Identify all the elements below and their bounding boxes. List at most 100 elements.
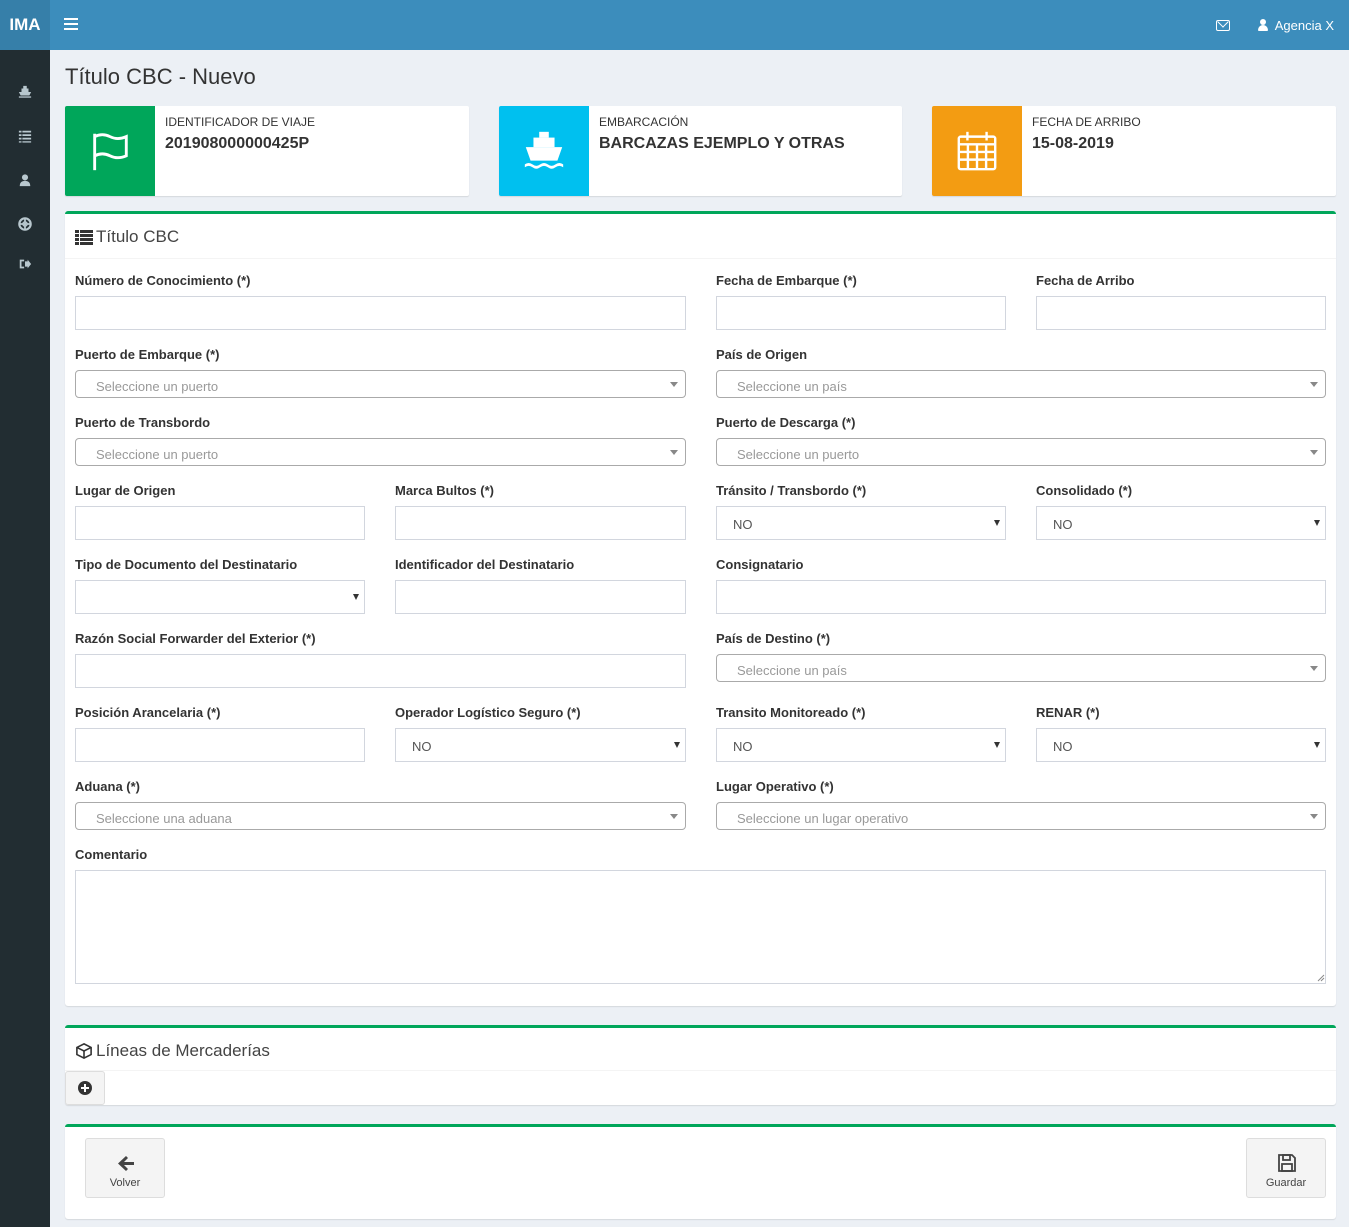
- lugar-operativo-label: Lugar Operativo (*): [716, 779, 834, 794]
- razon-social-input[interactable]: [75, 654, 686, 688]
- info-value: 15-08-2019: [1032, 135, 1114, 152]
- puerto-embarque-select[interactable]: Seleccione un puerto: [75, 370, 686, 398]
- marca-bultos-label: Marca Bultos (*): [395, 483, 494, 498]
- caret-down-icon: [353, 594, 359, 600]
- info-label: IDENTIFICADOR DE VIAJE: [165, 115, 316, 129]
- consignatario-input[interactable]: [716, 580, 1326, 614]
- lugar-operativo-select[interactable]: Seleccione un lugar operativo: [716, 802, 1326, 830]
- puerto-transbordo-label: Puerto de Transbordo: [75, 415, 211, 430]
- lugar-origen-input[interactable]: [75, 506, 365, 540]
- comentario-label: Comentario: [75, 847, 148, 862]
- aduana-select[interactable]: Seleccione una aduana: [75, 802, 686, 830]
- fecha-arribo-label: Fecha de Arribo: [1036, 273, 1135, 288]
- cube-icon: [76, 1043, 92, 1059]
- lineas-box: Líneas de Mercaderías: [65, 1025, 1336, 1105]
- calendar-icon: [932, 106, 1022, 196]
- info-label: FECHA DE ARRIBO: [1032, 115, 1141, 129]
- consolidado-label: Consolidado (*): [1036, 483, 1133, 498]
- app-logo[interactable]: IMA: [0, 0, 50, 50]
- envelope-icon[interactable]: [1215, 19, 1230, 31]
- caret-down-icon: [1314, 742, 1320, 748]
- puerto-transbordo-select[interactable]: Seleccione un puerto: [75, 438, 686, 466]
- sidebar-item-ship[interactable]: [0, 72, 50, 112]
- tipo-documento-select[interactable]: [75, 580, 365, 614]
- page-title: Título CBC - Nuevo: [65, 64, 256, 89]
- info-value: 201908000000425P: [165, 135, 310, 152]
- select-placeholder: Seleccione un lugar operativo: [737, 811, 909, 826]
- transito-monitoreado-select[interactable]: NO: [716, 728, 1006, 762]
- renar-label: RENAR (*): [1036, 705, 1100, 720]
- numero-conocimiento-input[interactable]: [75, 296, 686, 330]
- back-button[interactable]: Volver: [85, 1138, 165, 1198]
- pais-destino-select[interactable]: Seleccione un país: [716, 654, 1326, 682]
- pais-origen-label: País de Origen: [716, 347, 808, 362]
- identificador-destinatario-input[interactable]: [395, 580, 686, 614]
- caret-down-icon: [994, 520, 1000, 526]
- box-header: Título CBC: [65, 214, 1336, 259]
- ship-icon: [18, 85, 32, 98]
- user-name[interactable]: Agencia X: [1275, 18, 1334, 33]
- arrow-left-icon: [118, 1156, 134, 1171]
- chevron-down-icon: [1310, 382, 1318, 387]
- select-placeholder: Seleccione un país: [737, 379, 847, 394]
- consignatario-label: Consignatario: [716, 557, 804, 572]
- select-placeholder: Seleccione una aduana: [96, 811, 232, 826]
- renar-select[interactable]: NO: [1036, 728, 1326, 762]
- chevron-down-icon: [670, 382, 678, 387]
- resize-handle-icon[interactable]: [1317, 974, 1325, 982]
- sidebar-item-user[interactable]: [0, 160, 50, 200]
- razon-social-label: Razón Social Forwarder del Exterior (*): [75, 631, 316, 646]
- posicion-arancelaria-label: Posición Arancelaria (*): [75, 705, 221, 720]
- plus-circle-icon: [78, 1081, 92, 1095]
- info-box-fecha: FECHA DE ARRIBO 15-08-2019: [932, 106, 1336, 196]
- select-placeholder: Seleccione un puerto: [96, 447, 219, 462]
- puerto-descarga-label: Puerto de Descarga (*): [716, 415, 856, 430]
- comentario-textarea[interactable]: [75, 870, 1326, 984]
- transito-transbordo-label: Tránsito / Transbordo (*): [716, 483, 867, 498]
- sign-out-icon: [19, 259, 32, 269]
- back-button-label: Volver: [109, 1177, 141, 1189]
- user-icon[interactable]: [1257, 19, 1268, 31]
- hamburger-icon[interactable]: [64, 18, 78, 32]
- identificador-destinatario-label: Identificador del Destinatario: [395, 557, 575, 572]
- chevron-down-icon: [1310, 450, 1318, 455]
- select-placeholder: Seleccione un país: [737, 663, 847, 678]
- caret-down-icon: [674, 742, 680, 748]
- list-icon: [75, 230, 93, 245]
- puerto-descarga-select[interactable]: Seleccione un puerto: [716, 438, 1326, 466]
- aduana-label: Aduana (*): [75, 779, 140, 794]
- box-title: Título CBC: [96, 227, 180, 246]
- pais-destino-label: País de Destino (*): [716, 631, 831, 646]
- floppy-disk-icon: [1278, 1154, 1296, 1172]
- fecha-embarque-input[interactable]: [716, 296, 1006, 330]
- top-navbar: IMA Agencia X: [0, 0, 1349, 50]
- select-value: NO: [1053, 517, 1073, 532]
- chevron-down-icon: [1310, 666, 1318, 671]
- operador-logistico-select[interactable]: NO: [395, 728, 686, 762]
- info-box-embarcacion: EMBARCACIÓN BARCAZAS EJEMPLO Y OTRAS: [499, 106, 902, 196]
- form-box: Título CBC Número de Conocimiento (*) Fe…: [65, 211, 1336, 1006]
- posicion-arancelaria-input[interactable]: [75, 728, 365, 762]
- lugar-origen-label: Lugar de Origen: [75, 483, 176, 498]
- box-header: Líneas de Mercaderías: [65, 1028, 1336, 1071]
- info-value: BARCAZAS EJEMPLO Y OTRAS: [599, 135, 845, 152]
- sidebar-item-logout[interactable]: [0, 244, 50, 284]
- consolidado-select[interactable]: NO: [1036, 506, 1326, 540]
- sidebar-item-list[interactable]: [0, 116, 50, 156]
- add-linea-button[interactable]: [65, 1071, 105, 1105]
- life-ring-icon: [18, 217, 32, 231]
- marca-bultos-input[interactable]: [395, 506, 686, 540]
- numero-conocimiento-label: Número de Conocimiento (*): [75, 273, 251, 288]
- caret-down-icon: [994, 742, 1000, 748]
- fecha-arribo-input[interactable]: [1036, 296, 1326, 330]
- transito-transbordo-select[interactable]: NO: [716, 506, 1006, 540]
- pais-origen-select[interactable]: Seleccione un país: [716, 370, 1326, 398]
- ship-icon: [499, 106, 589, 196]
- select-placeholder: Seleccione un puerto: [96, 379, 219, 394]
- save-button[interactable]: Guardar: [1246, 1138, 1326, 1198]
- chevron-down-icon: [670, 814, 678, 819]
- tipo-documento-label: Tipo de Documento del Destinatario: [75, 557, 298, 572]
- select-placeholder: Seleccione un puerto: [737, 447, 860, 462]
- fecha-embarque-label: Fecha de Embarque (*): [716, 273, 857, 288]
- sidebar-item-help[interactable]: [0, 204, 50, 244]
